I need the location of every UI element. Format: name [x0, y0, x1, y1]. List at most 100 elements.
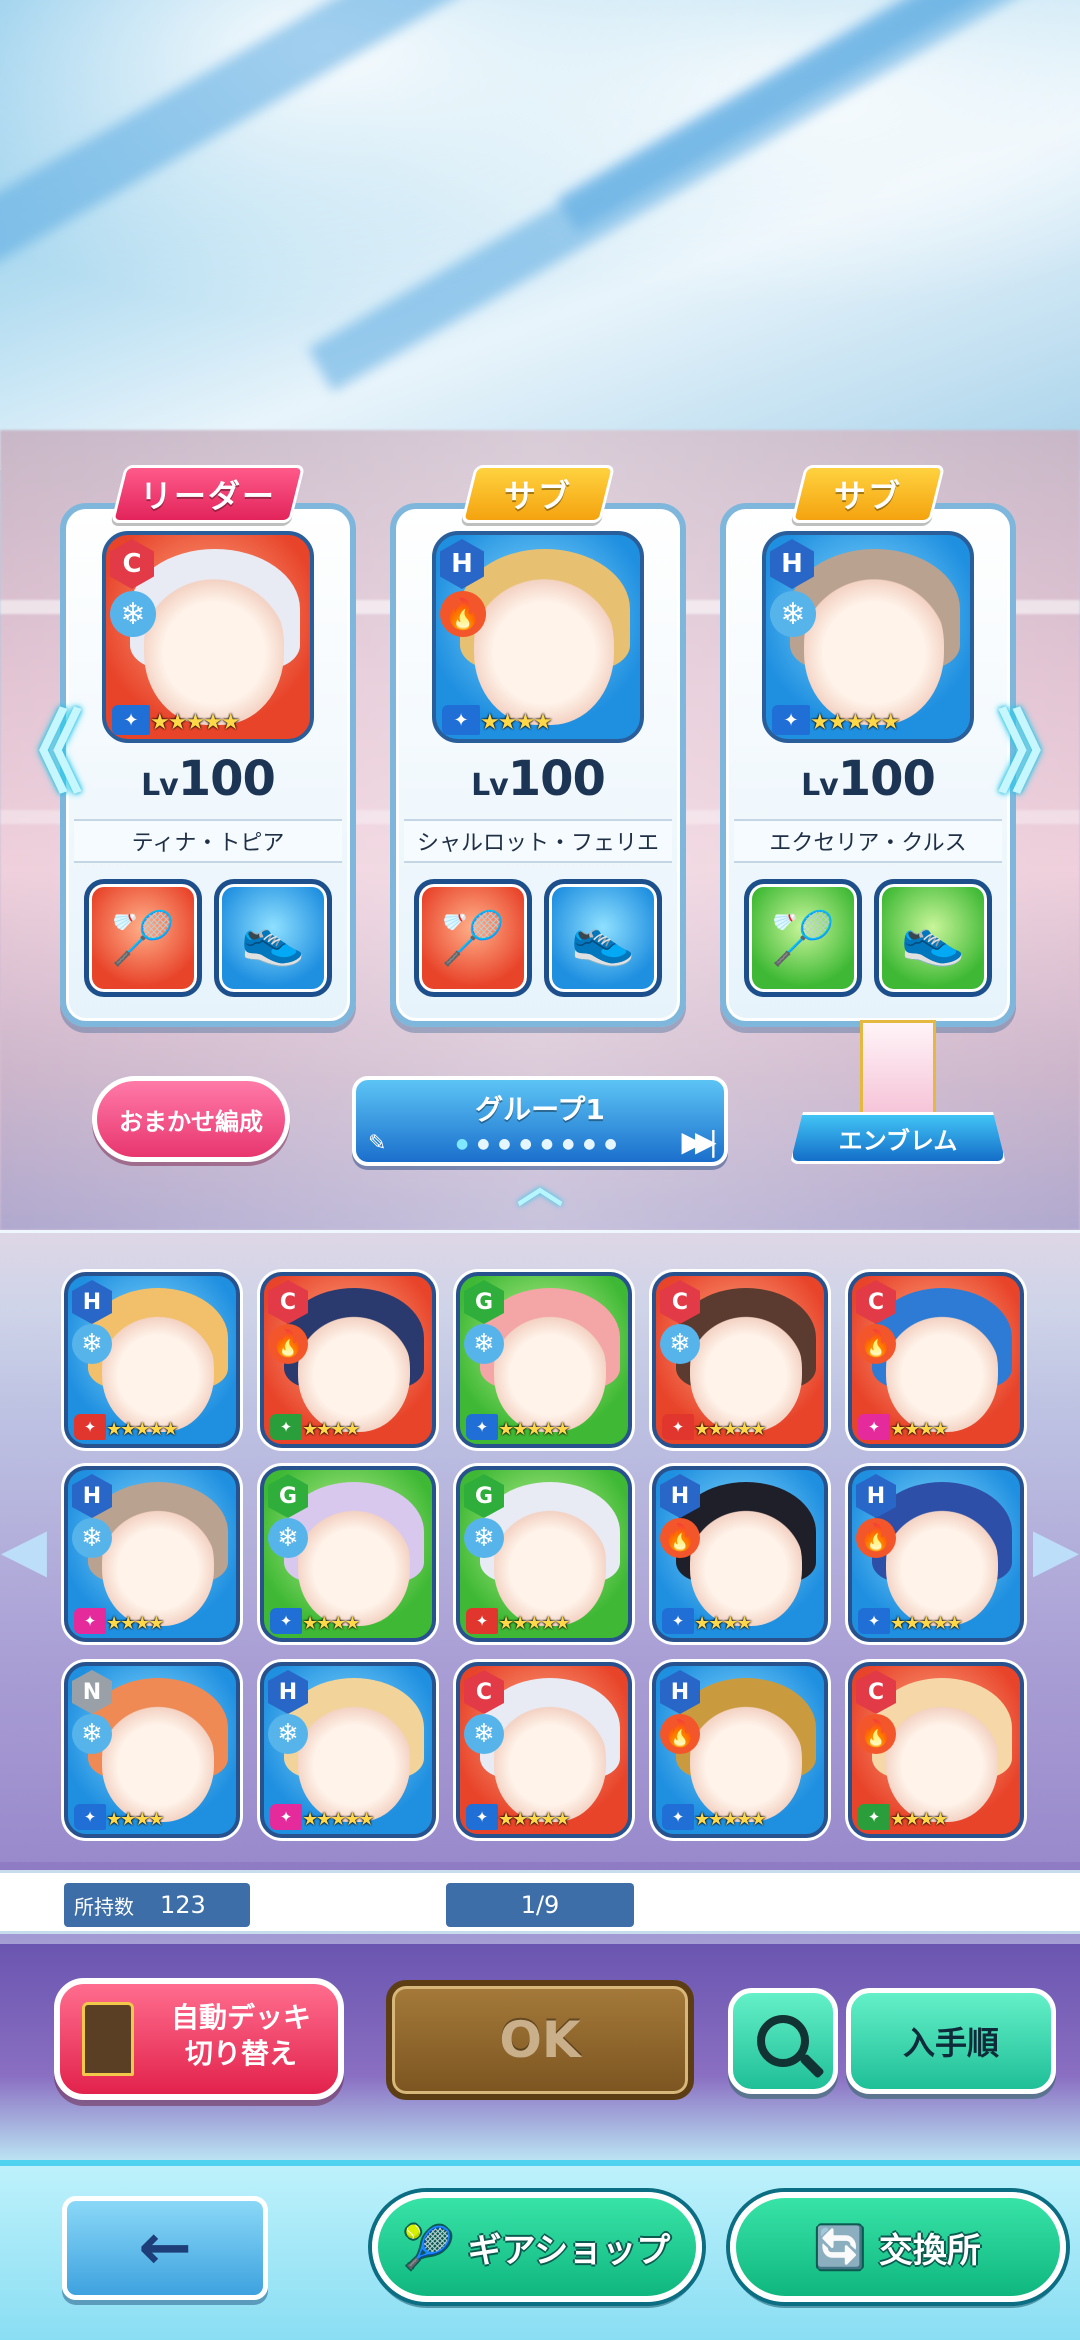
role-icon: ✦ [74, 1414, 106, 1440]
page-indicator: 1/9 [446, 1883, 634, 1927]
owned-count: 所持数 123 [64, 1883, 250, 1927]
roster-prev-arrow-icon[interactable]: ◀ [1, 1500, 47, 1600]
prev-deck-arrow-icon[interactable]: 《 [0, 700, 83, 806]
roster-character-tile[interactable]: H ❄ ✦ ★★★★ [64, 1466, 240, 1642]
roster-character-tile[interactable]: N ❄ ✦ ★★★★ [64, 1662, 240, 1838]
rarity-stars: ★★★★★ [498, 1419, 571, 1440]
roster-character-tile[interactable]: C 🔥 ✦ ★★★★ [848, 1272, 1024, 1448]
roster-character-tile[interactable]: C ❄ ✦ ★★★★★ [652, 1272, 828, 1448]
snowflake-icon: ❄ [660, 1324, 700, 1364]
roster-character-tile[interactable]: G ❄ ✦ ★★★★★ [456, 1272, 632, 1448]
shoes-gear-slot[interactable]: 👟 [544, 879, 662, 997]
role-icon: ✦ [74, 1608, 106, 1634]
roster-character-tile[interactable]: H 🔥 ✦ ★★★★ [652, 1466, 828, 1642]
card-role-tag: サブ [790, 465, 946, 523]
roster-character-tile[interactable]: H ❄ ✦ ★★★★★ [64, 1272, 240, 1448]
auto-deck-switch-button[interactable]: 自動デッキ 切り替え [54, 1978, 344, 2100]
rarity-stars: ★★★★★ [810, 710, 901, 735]
background-sky [0, 0, 1080, 470]
search-button[interactable] [728, 1988, 838, 2094]
racket-gear-slot[interactable]: 🏸 [744, 879, 862, 997]
role-icon: ✦ [442, 705, 480, 735]
shoes-gear-slot[interactable]: 👟 [214, 879, 332, 997]
next-deck-arrow-icon[interactable]: 》 [997, 700, 1080, 806]
group-page-dots: ●●●●●●●● [456, 1136, 626, 1152]
fire-icon: 🔥 [268, 1324, 308, 1364]
collapse-chevron-icon[interactable]: ︿ [498, 1163, 582, 1210]
group-selector[interactable]: グループ1 ✎ ●●●●●●●● ▶▶| [352, 1076, 728, 1166]
character-portrait[interactable]: H ❄ ✦ ★★★★★ [762, 531, 974, 743]
skip-forward-icon[interactable]: ▶▶| [682, 1125, 718, 1158]
level-label: Lv100 [141, 751, 276, 807]
rarity-stars: ★★★★★ [302, 1809, 375, 1830]
role-icon: ✦ [662, 1414, 694, 1440]
snowflake-icon: ❄ [268, 1714, 308, 1754]
roster-character-tile[interactable]: H ❄ ✦ ★★★★★ [260, 1662, 436, 1838]
role-icon: ✦ [466, 1804, 498, 1830]
roster-character-tile[interactable]: H 🔥 ✦ ★★★★★ [652, 1662, 828, 1838]
snowflake-icon: ❄ [110, 591, 156, 637]
role-icon: ✦ [74, 1804, 106, 1830]
leader-card[interactable]: リーダー C ❄ ✦ ★★★★★ Lv100 ティナ・トピア 🏸 👟 [60, 465, 356, 1027]
leader-card[interactable]: サブ H ❄ ✦ ★★★★★ Lv100 エクセリア・クルス 🏸 👟 [720, 465, 1016, 1027]
roster-character-tile[interactable]: H 🔥 ✦ ★★★★★ [848, 1466, 1024, 1642]
card-frame: C ❄ ✦ ★★★★★ Lv100 ティナ・トピア 🏸 👟 [60, 503, 356, 1027]
rarity-stars: ★★★★ [106, 1809, 165, 1830]
fire-icon: 🔥 [660, 1518, 700, 1558]
role-icon: ✦ [466, 1608, 498, 1634]
character-name: エクセリア・クルス [734, 819, 1002, 863]
shoes-gear-slot[interactable]: 👟 [874, 879, 992, 997]
snowflake-icon: ❄ [464, 1714, 504, 1754]
edit-pencil-icon[interactable]: ✎ [368, 1131, 386, 1156]
rarity-stars: ★★★★ [302, 1613, 361, 1634]
racket-gear-slot[interactable]: 🏸 [414, 879, 532, 997]
rarity-stars: ★★★★ [694, 1613, 753, 1634]
snowflake-icon: ❄ [770, 591, 816, 637]
auto-form-button[interactable]: おまかせ編成 [92, 1076, 290, 1162]
roster-character-tile[interactable]: G ❄ ✦ ★★★★★ [456, 1466, 632, 1642]
role-icon: ✦ [270, 1414, 302, 1440]
exchange-coins-icon: 🔄 [815, 2224, 865, 2271]
rarity-stars: ★★★★★ [694, 1419, 767, 1440]
exchange-button[interactable]: 🔄 交換所 [730, 2192, 1066, 2302]
fire-icon: 🔥 [856, 1518, 896, 1558]
fire-icon: 🔥 [660, 1714, 700, 1754]
role-icon: ✦ [662, 1804, 694, 1830]
roster-character-tile[interactable]: G ❄ ✦ ★★★★ [260, 1466, 436, 1642]
racket-gear-slot[interactable]: 🏸 [84, 879, 202, 997]
leader-card[interactable]: サブ H 🔥 ✦ ★★★★ Lv100 シャルロット・フェリエ 🏸 👟 [390, 465, 686, 1027]
owned-label: 所持数 [74, 1894, 134, 1919]
roster-character-tile[interactable]: C 🔥 ✦ ★★★★ [848, 1662, 1024, 1838]
character-name: シャルロット・フェリエ [404, 819, 672, 863]
roster-character-tile[interactable]: C ❄ ✦ ★★★★★ [456, 1662, 632, 1838]
role-icon: ✦ [662, 1608, 694, 1634]
fire-icon: 🔥 [856, 1324, 896, 1364]
snowflake-icon: ❄ [72, 1518, 112, 1558]
snowflake-icon: ❄ [464, 1324, 504, 1364]
emblem-image [860, 1020, 936, 1116]
search-icon [757, 2015, 809, 2067]
character-portrait[interactable]: H 🔥 ✦ ★★★★ [432, 531, 644, 743]
rarity-stars: ★★★★ [890, 1419, 949, 1440]
role-icon: ✦ [270, 1608, 302, 1634]
emblem-button[interactable]: エンブレム [790, 1020, 1006, 1164]
level-label: Lv100 [471, 751, 606, 807]
back-button[interactable]: ← [62, 2196, 268, 2300]
rarity-stars: ★★★★ [480, 710, 553, 735]
character-portrait[interactable]: C ❄ ✦ ★★★★★ [102, 531, 314, 743]
rarity-stars: ★★★★★ [498, 1613, 571, 1634]
gear-shop-button[interactable]: 🎾 ギアショップ [372, 2192, 702, 2302]
rarity-stars: ★★★★★ [694, 1809, 767, 1830]
role-icon: ✦ [466, 1414, 498, 1440]
rarity-stars: ★★★★ [106, 1613, 165, 1634]
rarity-stars: ★★★★★ [890, 1613, 963, 1634]
sort-order-button[interactable]: 入手順 [846, 1988, 1056, 2094]
roster-next-arrow-icon[interactable]: ▶ [1033, 1500, 1079, 1600]
group-title: グループ1 [475, 1093, 605, 1126]
card-frame: H 🔥 ✦ ★★★★ Lv100 シャルロット・フェリエ 🏸 👟 [390, 503, 686, 1027]
emblem-label: エンブレム [790, 1112, 1006, 1164]
racket-icon: 🎾 [403, 2224, 454, 2271]
ok-button[interactable]: OK [386, 1980, 694, 2100]
roster-character-tile[interactable]: C 🔥 ✦ ★★★★ [260, 1272, 436, 1448]
rarity-stars: ★★★★ [302, 1419, 361, 1440]
